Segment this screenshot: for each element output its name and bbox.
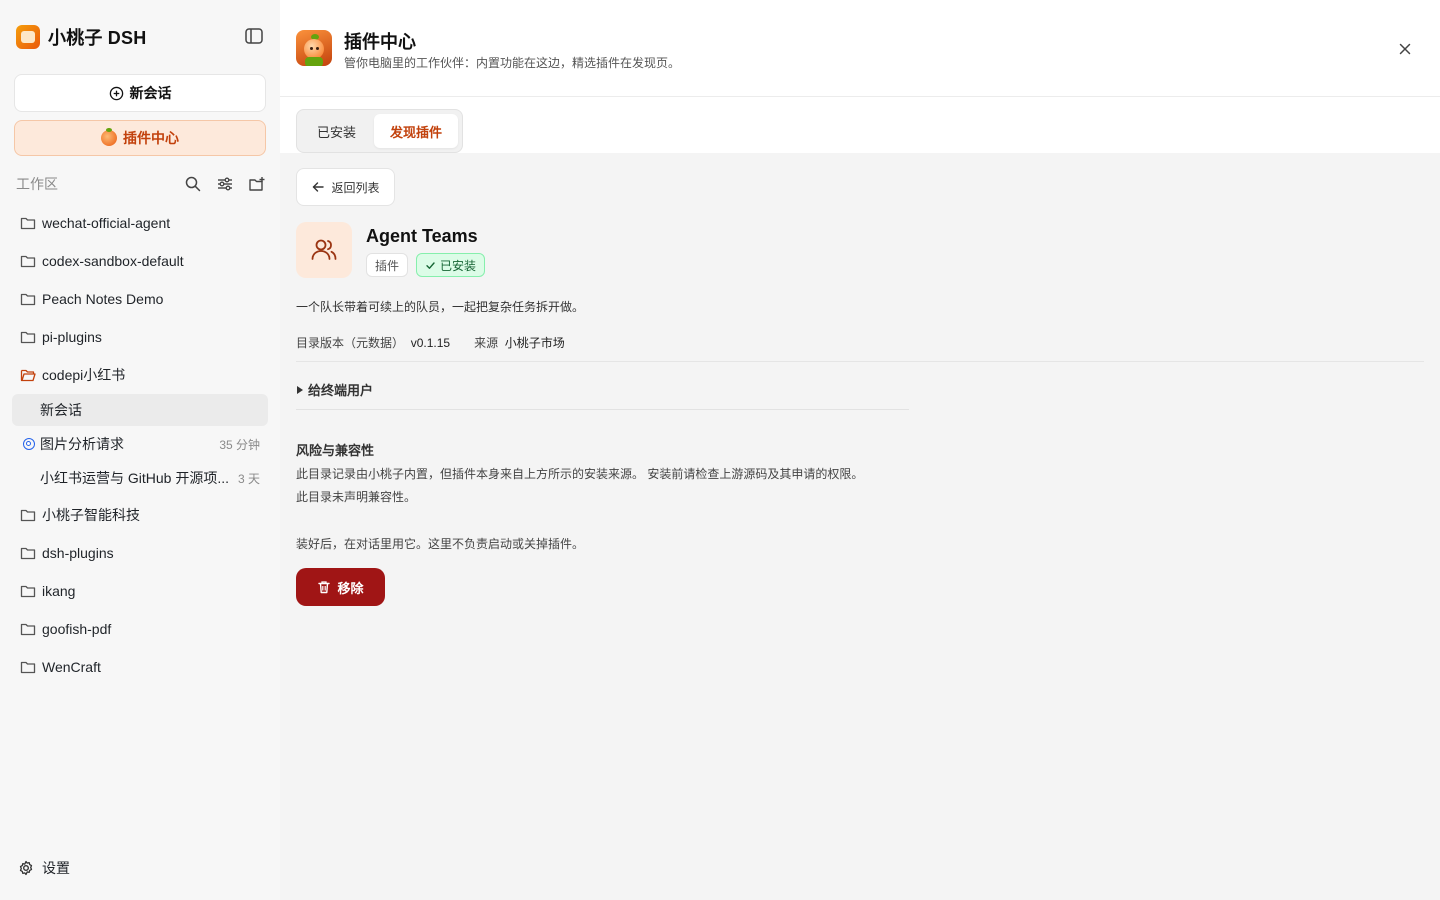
- new-chat-label: 新会话: [129, 85, 172, 101]
- installed-badge: 已安装: [416, 253, 486, 277]
- folder-icon: [20, 509, 36, 522]
- tab-installed[interactable]: 已安装: [301, 114, 372, 148]
- settings-button[interactable]: 设置: [18, 858, 70, 878]
- workspace-name: Peach Notes Demo: [42, 291, 164, 307]
- peach-icon: [101, 128, 117, 146]
- plugin-badges: 插件 已安装: [366, 253, 486, 277]
- sidebar: 小桃子 DSH 新会话 插件中心 工作区 wechat-official-age…: [0, 0, 280, 900]
- version-info: 目录版本（元数据） v0.1.15: [296, 334, 450, 351]
- folder-icon: [20, 623, 36, 636]
- new-chat-button[interactable]: 新会话: [14, 74, 266, 112]
- session-item[interactable]: 新会话: [12, 394, 268, 426]
- users-icon: [311, 239, 337, 260]
- brand: 小桃子 DSH: [16, 24, 146, 50]
- page-subtitle: 管你电脑里的工作伙伴：内置功能在这边，精选插件在发现页。: [344, 56, 681, 70]
- workspace-item[interactable]: codex-sandbox-default: [12, 245, 268, 277]
- folder-icon: [20, 547, 36, 560]
- session-title: 小红书运营与 GitHub 开源项...: [40, 470, 230, 486]
- caret-right-icon: [297, 385, 303, 394]
- workspace-item[interactable]: codepi小红书: [12, 359, 268, 391]
- app-name: 小桃子 DSH: [48, 28, 147, 48]
- session-time: 35 分钟: [219, 437, 260, 452]
- trash-icon: [318, 581, 331, 594]
- workspace-item[interactable]: goofish-pdf: [12, 613, 268, 645]
- plugin-center-label: 插件中心: [123, 130, 179, 146]
- plugin-description: 一个队长带着可续上的队员，一起把复杂任务拆开做。: [296, 300, 585, 314]
- page-title: 插件中心: [344, 32, 416, 52]
- remove-plugin-button[interactable]: 移除: [296, 568, 385, 606]
- end-user-details-toggle[interactable]: 给终端用户: [296, 380, 373, 399]
- plugin-icon: [296, 222, 352, 278]
- workspace-name: 小桃子智能科技: [42, 507, 140, 523]
- app-logo: [16, 25, 40, 49]
- workspace-name: dsh-plugins: [42, 545, 114, 561]
- close-icon[interactable]: [1396, 40, 1414, 58]
- workspace-label: 工作区: [16, 176, 58, 192]
- main-panel: 插件中心 管你电脑里的工作伙伴：内置功能在这边，精选插件在发现页。 已安装 发现…: [280, 0, 1440, 900]
- workspace-item[interactable]: 小桃子智能科技: [12, 499, 268, 531]
- version-label: 目录版本（元数据）: [296, 336, 405, 350]
- risk-text: 此目录记录由小桃子内置，但插件本身来自上方所示的安装来源。 安装前请检查上游源码…: [296, 467, 864, 481]
- workspace-item[interactable]: ikang: [12, 575, 268, 607]
- divider: [296, 361, 1424, 362]
- workspace-name: wechat-official-agent: [42, 215, 171, 231]
- back-label: 返回列表: [331, 180, 380, 195]
- version-value: v0.1.15: [410, 336, 451, 350]
- folder-icon: [20, 217, 36, 230]
- arrow-left-icon: [313, 182, 325, 192]
- workspace-name: codepi小红书: [42, 367, 126, 383]
- details-summary: 给终端用户: [308, 383, 374, 398]
- divider: [296, 409, 909, 410]
- remove-label: 移除: [337, 580, 364, 596]
- folder-icon: [20, 293, 36, 306]
- installed-badge-label: 已安装: [440, 258, 477, 273]
- workspace-name: goofish-pdf: [42, 621, 112, 637]
- tab-discover[interactable]: 发现插件: [374, 114, 459, 148]
- folder-icon: [20, 585, 36, 598]
- workspace-item[interactable]: dsh-plugins: [12, 537, 268, 569]
- plugin-meta: 目录版本（元数据） v0.1.15 来源 小桃子市场: [296, 334, 565, 351]
- new-folder-icon[interactable]: [248, 175, 266, 193]
- session-item[interactable]: 小红书运营与 GitHub 开源项... 3 天: [12, 462, 268, 494]
- kind-badge: 插件: [366, 253, 409, 277]
- compat-text: 此目录未声明兼容性。: [296, 490, 417, 504]
- search-icon[interactable]: [184, 175, 202, 193]
- check-icon: [426, 261, 435, 269]
- folder-icon: [20, 331, 36, 344]
- workspace-item[interactable]: WenCraft: [12, 651, 268, 683]
- source-info: 来源 小桃子市场: [474, 334, 565, 351]
- folder-icon: [20, 255, 36, 268]
- running-status-icon: [23, 438, 35, 450]
- workspace-item[interactable]: Peach Notes Demo: [12, 283, 268, 315]
- plus-circle-icon: [109, 86, 123, 100]
- tab-bar: 已安装 发现插件: [280, 97, 1440, 153]
- source-label: 来源: [474, 336, 499, 350]
- plugin-center-logo: [296, 30, 332, 66]
- tabs: 已安装 发现插件: [296, 109, 464, 153]
- gear-icon: [19, 860, 33, 876]
- workspace-header: 工作区: [16, 174, 266, 194]
- source-value: 小桃子市场: [504, 336, 565, 350]
- folder-open-icon: [20, 369, 36, 382]
- sidebar-toggle-icon[interactable]: [244, 27, 264, 45]
- workspace-name: pi-plugins: [42, 329, 102, 345]
- session-title: 新会话: [40, 402, 82, 418]
- risk-section-title: 风险与兼容性: [296, 443, 375, 458]
- session-time: 3 天: [237, 471, 260, 486]
- page-header: 插件中心 管你电脑里的工作伙伴：内置功能在这边，精选插件在发现页。: [280, 0, 1440, 97]
- folder-icon: [20, 661, 36, 674]
- plugin-name: Agent Teams: [366, 226, 478, 246]
- session-item[interactable]: 图片分析请求 35 分钟: [12, 428, 268, 460]
- workspace-name: codex-sandbox-default: [42, 253, 184, 269]
- usage-hint: 装好后，在对话里用它。这里不负责启动或关掉插件。: [296, 537, 585, 551]
- workspace-name: WenCraft: [42, 659, 101, 675]
- session-title: 图片分析请求: [40, 436, 124, 452]
- filter-icon[interactable]: [216, 175, 234, 193]
- workspace-item[interactable]: wechat-official-agent: [12, 207, 268, 239]
- settings-label: 设置: [42, 860, 70, 876]
- workspace-name: ikang: [42, 583, 76, 599]
- plugin-center-button[interactable]: 插件中心: [14, 120, 266, 156]
- workspace-item[interactable]: pi-plugins: [12, 321, 268, 353]
- back-to-list-button[interactable]: 返回列表: [296, 168, 395, 206]
